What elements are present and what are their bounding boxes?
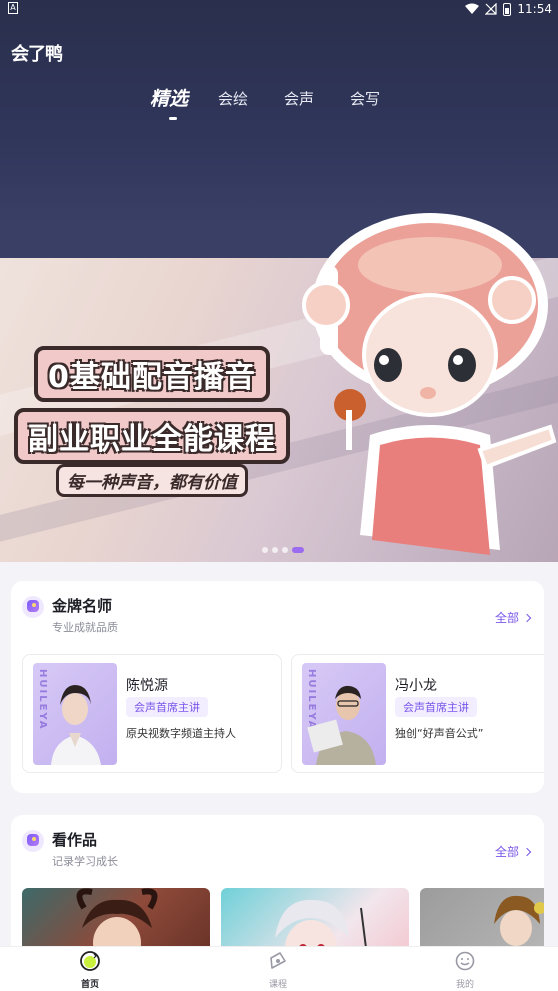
works-see-all-link[interactable]: 全部 xyxy=(494,843,532,860)
status-time: 11:54 xyxy=(517,2,552,16)
see-all-label: 全部 xyxy=(494,845,519,859)
chevron-right-icon xyxy=(522,613,532,622)
nav-profile[interactable]: 我的 xyxy=(435,951,495,990)
section-header: 金牌名师 专业成就品质 xyxy=(22,596,118,635)
status-right: 11:54 xyxy=(465,0,552,18)
tab-featured[interactable]: 精选 xyxy=(150,86,188,120)
battery-icon xyxy=(503,2,512,16)
teachers-see-all-link[interactable]: 全部 xyxy=(494,609,532,626)
teacher-card[interactable]: HUILEYA 冯小龙 会声首席主讲 独创“好声音公式” xyxy=(291,654,544,773)
teacher-name: 陈悦源 xyxy=(126,678,168,694)
see-all-label: 全部 xyxy=(494,611,519,625)
nav-label: 课程 xyxy=(268,980,287,990)
app-screen: A 11:54 会了鸭 精选 会绘 会声 会写 0基础配音播音 副业职业全能课程… xyxy=(0,0,558,991)
teacher-description: 原央视数字频道主持人 xyxy=(126,727,236,740)
carousel-dot xyxy=(282,547,288,553)
section-title: 金牌名师 xyxy=(52,597,113,615)
teacher-list: HUILEYA 陈悦源 会声首席主讲 原央视数字频道主持人 HUILEYA 冯小… xyxy=(22,654,544,774)
tab-write[interactable]: 会写 xyxy=(350,86,380,114)
teacher-card[interactable]: HUILEYA 陈悦源 会声首席主讲 原央视数字频道主持人 xyxy=(22,654,282,773)
section-subtitle: 专业成就品质 xyxy=(52,621,118,634)
nav-home[interactable]: 首页 xyxy=(60,951,120,990)
nav-label: 首页 xyxy=(80,980,99,990)
banner-tagline: 每一种声音，都有价值 xyxy=(56,464,248,497)
works-section-icon xyxy=(22,830,44,852)
wifi-icon xyxy=(465,3,480,14)
carousel-dot xyxy=(262,547,268,553)
teacher-photo: HUILEYA xyxy=(33,663,117,765)
teacher-name: 冯小龙 xyxy=(395,678,437,694)
banner-title: 0基础配音播音 副业职业全能课程 xyxy=(14,346,290,470)
notification-icon: A xyxy=(8,2,18,14)
carousel-dot xyxy=(272,547,278,553)
teacher-tag: 会声首席主讲 xyxy=(126,697,208,717)
nav-label: 我的 xyxy=(455,980,474,990)
banner-title-line2: 副业职业全能课程 xyxy=(14,408,290,464)
teacher-description: 独创“好声音公式” xyxy=(395,727,484,740)
app-logo: 会了鸭 xyxy=(11,44,63,65)
no-signal-icon xyxy=(485,3,498,15)
tab-draw[interactable]: 会绘 xyxy=(218,86,248,114)
course-icon xyxy=(270,952,286,969)
profile-icon xyxy=(455,951,475,971)
teachers-card: 金牌名师 专业成就品质 全部 HUILEYA 陈悦源 会声首席主讲 原央视数字频… xyxy=(11,581,544,793)
banner-title-line1: 0基础配音播音 xyxy=(34,346,270,402)
section-header: 看作品 记录学习成长 xyxy=(22,830,118,869)
chevron-right-icon xyxy=(522,847,532,856)
mascot-illustration xyxy=(302,213,557,555)
teacher-photo: HUILEYA xyxy=(302,663,386,765)
bottom-nav: 首页 课程 我的 xyxy=(0,946,558,991)
section-title: 看作品 xyxy=(52,831,98,849)
nav-courses[interactable]: 课程 xyxy=(248,951,308,990)
teacher-tag: 会声首席主讲 xyxy=(395,697,477,717)
home-icon xyxy=(80,951,100,971)
status-bar: A 11:54 xyxy=(0,0,558,20)
top-tabs: 精选 会绘 会声 会写 xyxy=(150,86,416,120)
carousel-indicator xyxy=(262,547,304,553)
tab-voice[interactable]: 会声 xyxy=(284,86,314,114)
teacher-section-icon xyxy=(22,596,44,618)
section-subtitle: 记录学习成长 xyxy=(52,855,118,868)
